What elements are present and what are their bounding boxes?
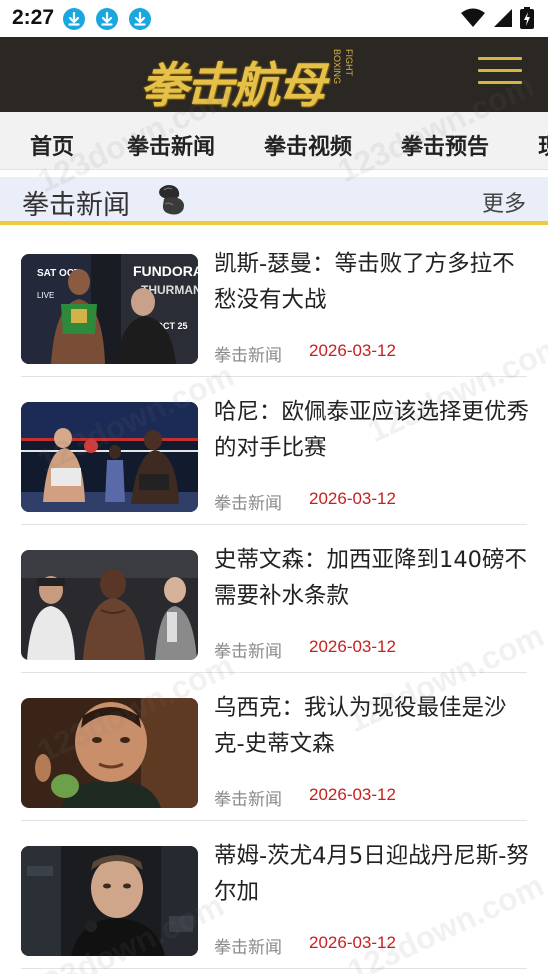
nav-item-boxing-news[interactable]: 拳击新闻 bbox=[127, 129, 215, 161]
news-title[interactable]: 哈尼：欧佩泰亚应该选择更优秀的对手比赛 bbox=[214, 394, 530, 466]
news-category: 拳击新闻 bbox=[214, 642, 282, 662]
hamburger-menu-icon[interactable] bbox=[478, 57, 522, 87]
news-thumbnail[interactable] bbox=[21, 846, 198, 956]
news-item[interactable]: SAT OCT LIVE FUNDORA THURMAN OCT 25 凯斯-瑟… bbox=[0, 229, 548, 377]
section-header: 拳击新闻 更多 bbox=[0, 177, 548, 225]
section-title: 拳击新闻 bbox=[22, 190, 130, 221]
news-title[interactable]: 蒂姆-茨尤4月5日迎战丹尼斯-努尔加 bbox=[214, 838, 530, 910]
wifi-icon bbox=[461, 8, 485, 27]
thumb-text: LIVE bbox=[37, 291, 54, 300]
category-nav: 首页 拳击新闻 拳击视频 拳击预告 现 bbox=[0, 112, 548, 170]
news-category: 拳击新闻 bbox=[214, 790, 282, 810]
status-bar: 2:27 bbox=[0, 0, 548, 37]
news-category: 拳击新闻 bbox=[214, 346, 282, 366]
logo-subtext: BOXING FIGHT bbox=[332, 49, 366, 103]
divider bbox=[21, 968, 527, 969]
news-title[interactable]: 凯斯-瑟曼：等击败了方多拉不愁没有大战 bbox=[214, 246, 530, 318]
battery-charging-icon bbox=[520, 7, 534, 29]
news-category: 拳击新闻 bbox=[214, 494, 282, 514]
download-icon bbox=[96, 8, 118, 30]
news-date: 2026-03-12 bbox=[309, 489, 396, 508]
nav-item-partial[interactable]: 现 bbox=[538, 129, 548, 161]
boxing-glove-icon bbox=[159, 185, 184, 215]
app-header: 拳击航母 BOXING FIGHT bbox=[0, 37, 548, 114]
news-category: 拳击新闻 bbox=[214, 938, 282, 958]
thumb-text: FUNDORA bbox=[133, 263, 198, 279]
news-title[interactable]: 史蒂文森：加西亚降到140磅不需要补水条款 bbox=[214, 542, 530, 614]
news-item[interactable]: 史蒂文森：加西亚降到140磅不需要补水条款 拳击新闻 2026-03-12 bbox=[0, 525, 548, 673]
site-logo[interactable]: 拳击航母 BOXING FIGHT bbox=[140, 42, 410, 114]
logo-subtext-fight: FIGHT bbox=[344, 49, 354, 76]
news-date: 2026-03-12 bbox=[309, 341, 396, 360]
news-thumbnail[interactable] bbox=[21, 550, 198, 660]
nav-item-home[interactable]: 首页 bbox=[30, 129, 74, 161]
news-item[interactable]: 蒂姆-茨尤4月5日迎战丹尼斯-努尔加 拳击新闻 2026-03-12 bbox=[0, 821, 548, 969]
signal-icon bbox=[494, 9, 512, 27]
status-time: 2:27 bbox=[12, 6, 55, 29]
logo-subtext-boxing: BOXING bbox=[332, 49, 342, 85]
news-date: 2026-03-12 bbox=[309, 785, 396, 804]
news-thumbnail[interactable] bbox=[21, 698, 198, 808]
download-icon bbox=[129, 8, 151, 30]
news-date: 2026-03-12 bbox=[309, 933, 396, 952]
more-link[interactable]: 更多 bbox=[482, 186, 526, 218]
news-title[interactable]: 乌西克：我认为现役最佳是沙克-史蒂文森 bbox=[214, 690, 530, 762]
news-date: 2026-03-12 bbox=[309, 637, 396, 656]
download-icon bbox=[63, 8, 85, 30]
nav-item-boxing-preview[interactable]: 拳击预告 bbox=[401, 129, 489, 161]
news-item[interactable]: 乌西克：我认为现役最佳是沙克-史蒂文森 拳击新闻 2026-03-12 bbox=[0, 673, 548, 821]
system-icons bbox=[460, 7, 534, 29]
news-thumbnail[interactable] bbox=[21, 402, 198, 512]
news-thumbnail[interactable]: SAT OCT LIVE FUNDORA THURMAN OCT 25 bbox=[21, 254, 198, 364]
news-list: SAT OCT LIVE FUNDORA THURMAN OCT 25 凯斯-瑟… bbox=[0, 229, 548, 969]
news-item[interactable]: 哈尼：欧佩泰亚应该选择更优秀的对手比赛 拳击新闻 2026-03-12 bbox=[0, 377, 548, 525]
nav-item-boxing-video[interactable]: 拳击视频 bbox=[264, 129, 352, 161]
logo-text: 拳击航母 bbox=[140, 58, 326, 114]
